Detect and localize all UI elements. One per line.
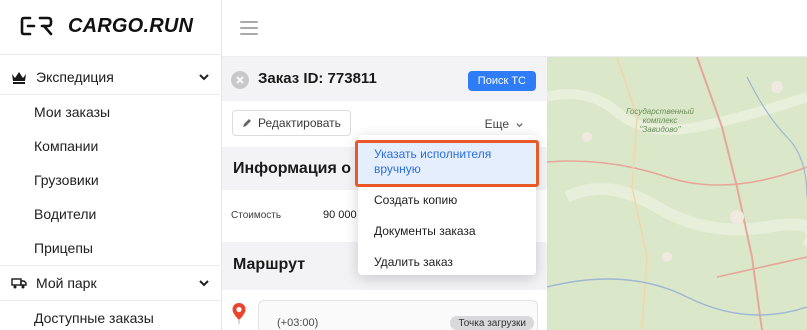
order-header: Заказ ID: 773811 Поиск ТС [222, 57, 547, 101]
sidebar-item-companies[interactable]: Компании [0, 129, 222, 163]
location-pin-icon [232, 303, 246, 324]
status-badge: Точка загрузки [450, 316, 534, 330]
close-icon[interactable] [231, 71, 249, 89]
map[interactable]: Государственный комплекс "Завидово" [547, 57, 807, 330]
map-roads [547, 57, 807, 330]
info-section-title: Информация о заказе [233, 160, 357, 177]
logo-icon [20, 16, 53, 36]
stop-time: (+03:00) [277, 317, 319, 329]
sidebar-item-my-orders[interactable]: Мои заказы [0, 95, 222, 129]
logo-text: CARGO.RUN [68, 14, 194, 37]
crown-icon [10, 68, 28, 86]
truck-icon [10, 274, 28, 292]
menu-item-delete-order[interactable]: Удалить заказ [358, 246, 536, 277]
sidebar-group-my-fleet[interactable]: Мой парк [0, 266, 222, 300]
edit-button-label: Редактировать [258, 116, 341, 130]
menu-item-order-documents[interactable]: Документы заказа [358, 215, 536, 246]
more-actions-dropdown: Указать исполнителя вручную Создать копи… [358, 135, 536, 275]
pencil-icon [243, 119, 251, 127]
order-title: Заказ ID: 773811 [258, 70, 377, 87]
chevron-down-icon [516, 122, 523, 127]
sidebar-item-trailers[interactable]: Прицепы [0, 231, 222, 265]
sidebar-item-available-orders[interactable]: Доступные заказы [0, 301, 222, 330]
edit-button[interactable]: Редактировать [232, 110, 351, 136]
more-button-label: Еще [484, 117, 509, 131]
sidebar-item-trucks[interactable]: Грузовики [0, 163, 222, 197]
hamburger-menu-icon[interactable] [240, 21, 258, 35]
search-vehicle-button[interactable]: Поиск ТС [467, 71, 536, 91]
route-card: (+03:00) Точка загрузки [222, 290, 547, 330]
sidebar-item-drivers[interactable]: Водители [0, 197, 222, 231]
sidebar-group-label: Мой парк [36, 275, 97, 291]
menu-item-create-copy[interactable]: Создать копию [358, 184, 536, 215]
cost-label: Стоимость [231, 210, 282, 221]
map-label: Государственный комплекс "Завидово" [626, 107, 694, 134]
sidebar-group-label: Экспедиция [36, 69, 114, 85]
menu-item-assign-manually[interactable]: Указать исполнителя вручную [358, 140, 536, 184]
divider [0, 54, 222, 55]
logo[interactable]: CARGO.RUN [20, 10, 193, 42]
cost-value: 90 000 [323, 209, 357, 221]
chevron-down-icon [199, 74, 209, 81]
sidebar-nav: Экспедиция Мои заказы Компании Грузовики… [0, 60, 222, 330]
route-stop[interactable]: (+03:00) Точка загрузки [258, 300, 538, 330]
route-section-title: Маршрут [233, 256, 306, 273]
sidebar: CARGO.RUN Экспедиция Мои заказы Компании… [0, 0, 222, 330]
more-button[interactable]: Еще [485, 117, 524, 131]
sidebar-group-expedition[interactable]: Экспедиция [0, 60, 222, 94]
top-bar [222, 0, 807, 57]
chevron-down-icon [199, 280, 209, 287]
